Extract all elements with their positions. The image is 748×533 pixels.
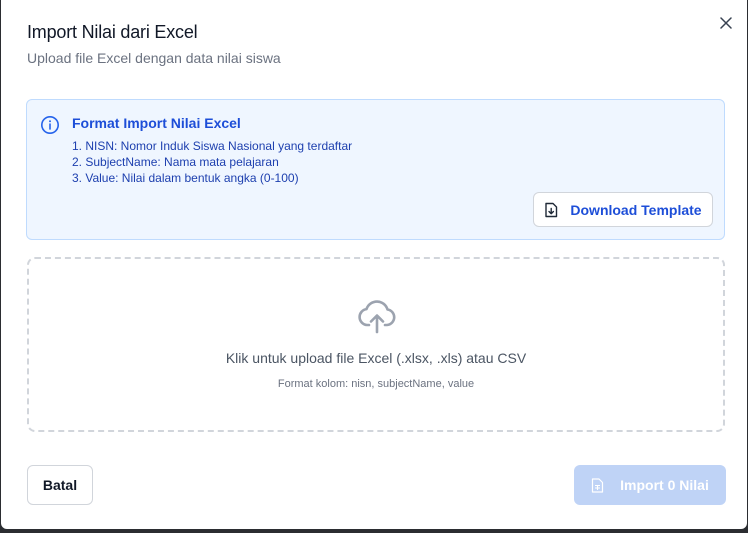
format-info-item: 1. NISN: Nomor Induk Siswa Nasional yang… <box>72 139 353 153</box>
dialog-title: Import Nilai dari Excel <box>27 22 198 42</box>
dropzone-format-hint: Format kolom: nisn, subjectName, value <box>277 378 475 390</box>
download-template-label: Download Template <box>570 201 702 218</box>
format-info-box: Format Import Nilai Excel 1. NISN: Nomor… <box>26 99 725 240</box>
close-icon <box>720 17 732 29</box>
file-spreadsheet-icon <box>592 477 604 493</box>
format-info-list: 1. NISN: Nomor Induk Siswa Nasional yang… <box>72 138 352 186</box>
format-info-item: 3. Value: Nilai dalam bentuk angka (0-10… <box>72 171 299 185</box>
dialog-subtitle: Upload file Excel dengan data nilai sisw… <box>27 50 281 66</box>
cancel-button[interactable]: Batal <box>27 465 93 505</box>
info-circle-icon <box>41 116 59 134</box>
file-download-icon <box>545 202 558 217</box>
format-info-item: 2. SubjectName: Nama mata pelajaran <box>72 155 279 169</box>
format-info-title: Format Import Nilai Excel <box>72 115 241 131</box>
import-button-label: Import 0 Nilai <box>620 477 709 493</box>
import-dialog: Import Nilai dari Excel Upload file Exce… <box>1 0 747 529</box>
cloud-upload-icon <box>358 300 396 334</box>
import-button[interactable]: Import 0 Nilai <box>574 465 726 505</box>
download-template-button[interactable]: Download Template <box>533 192 713 227</box>
file-upload-dropzone[interactable]: Klik untuk upload file Excel (.xlsx, .xl… <box>27 257 725 432</box>
dropzone-main-text: Klik untuk upload file Excel (.xlsx, .xl… <box>225 350 527 366</box>
close-button[interactable] <box>717 14 735 32</box>
